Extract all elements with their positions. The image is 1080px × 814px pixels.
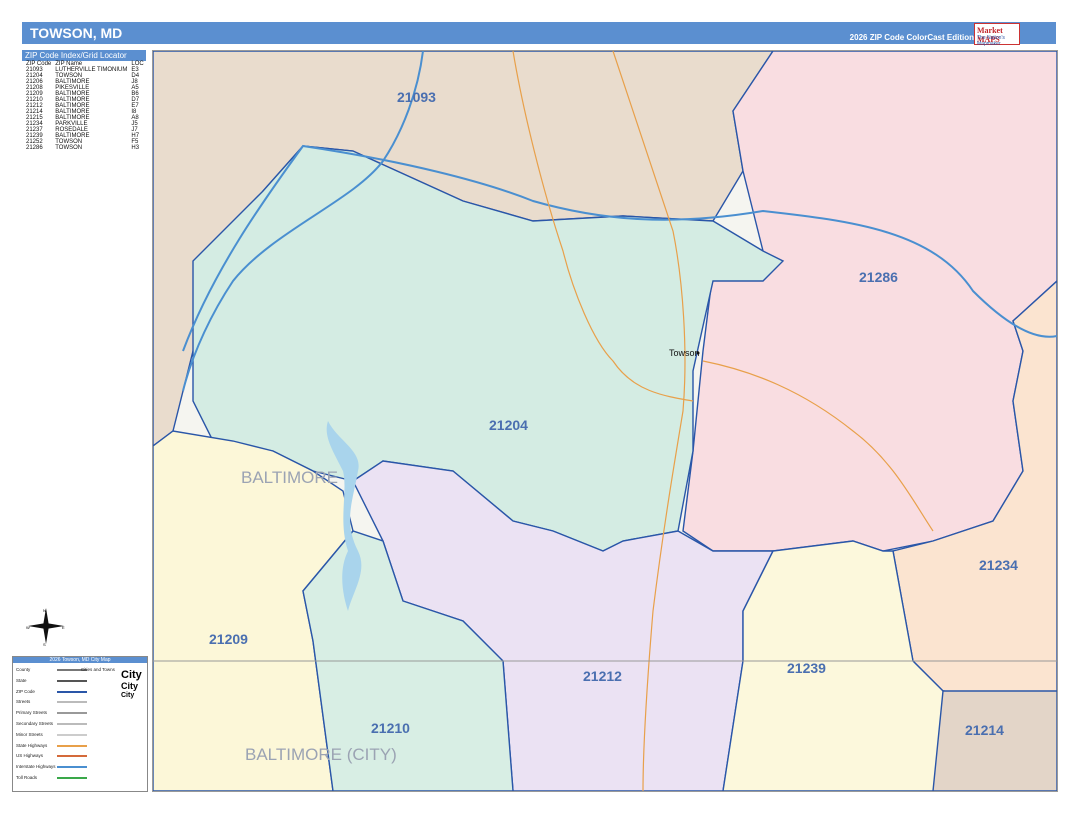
market-maps-logo: Market MAPS The Nation's Mapmaker [974,23,1020,47]
town-marker-towson [696,351,700,355]
zip-index-table: ZIP Code ZIP Name LOC 21093 LUTHERVILLE T… [24,61,146,151]
zip-region-21214[interactable] [932,690,1057,791]
key-row-swatch [57,766,87,769]
zip-label-21204: 21204 [489,417,528,433]
zip-code-cell: 21286 [26,145,43,151]
zip-label-21212: 21212 [583,668,622,684]
compass-svg: N S E W [26,608,65,647]
zip-index-panel: ZIP Code Index/Grid Locator ZIP Code ZIP… [22,50,146,151]
key-row-label: Minor Streets [16,731,43,737]
city-size-2: City [121,681,139,691]
zip-label-21214: 21214 [965,722,1004,738]
edition-label: 2026 ZIP Code ColorCast Edition [849,33,974,42]
key-row-label: Streets [16,699,31,705]
compass-s: S [43,642,46,646]
cities-heading: Cities and Towns [81,667,115,672]
compass-e: E [62,625,65,630]
zip-label-21210: 21210 [371,720,410,736]
map-canvas[interactable]: 21093 21204 21286 21234 21209 21210 2121… [152,50,1058,792]
key-row-swatch [57,733,87,736]
zip-index-row: 21286 TOWSON H3 [24,145,146,151]
city-size-1: City [121,669,142,681]
key-row-label: Interstate Highways [16,764,56,770]
key-row-swatch [57,679,87,682]
loc-cell: H3 [131,145,140,151]
key-row-label: ZIP Code [16,688,35,694]
zip-region-21286[interactable] [682,51,1057,552]
city-size-3: City [121,692,135,699]
key-row-label: State [16,677,27,683]
city-label-baltimore: BALTIMORE [241,468,338,487]
zip-label-21093: 21093 [397,89,436,105]
title-bar: TOWSON, MD 2026 ZIP Code ColorCast Editi… [22,22,1056,47]
zip-label-21239: 21239 [787,660,826,676]
key-row-swatch [57,744,87,747]
key-row-label: Toll Roads [16,775,38,780]
compass-rose: N S E W [26,606,66,647]
logo-tagline: The Nation's Mapmaker [977,35,1005,47]
map-svg[interactable]: 21093 21204 21286 21234 21209 21210 2121… [153,51,1057,791]
key-row-label: Primary Streets [16,710,48,716]
key-row-label: US Highways [16,753,44,759]
key-row-swatch [57,755,87,758]
zip-label-21209: 21209 [209,631,248,647]
map-title: TOWSON, MD [30,25,123,41]
zip-index-heading: ZIP Code Index/Grid Locator [22,50,146,61]
key-row-swatch [57,701,87,704]
key-row-swatch [57,723,87,725]
key-title: 2026 Towson, MD City Map [13,657,147,663]
key-row-label: Secondary Streets [16,721,54,726]
zip-name-cell: TOWSON [55,145,83,151]
key-row-label: State Highways [16,742,48,748]
zip-label-21234: 21234 [979,557,1018,573]
key-row-swatch [57,712,87,715]
key-row-swatch [57,690,87,693]
key-row-label: County [16,667,31,672]
zip-label-21286: 21286 [859,269,898,285]
key-row-swatch [57,777,87,779]
map-key: 2026 Towson, MD City Map County State ZIP … [12,656,148,792]
city-label-baltimore-city: BALTIMORE (CITY) [245,745,397,764]
town-label-towson: Towson [669,348,700,358]
compass-w: W [26,625,30,630]
compass-n: N [43,608,46,613]
